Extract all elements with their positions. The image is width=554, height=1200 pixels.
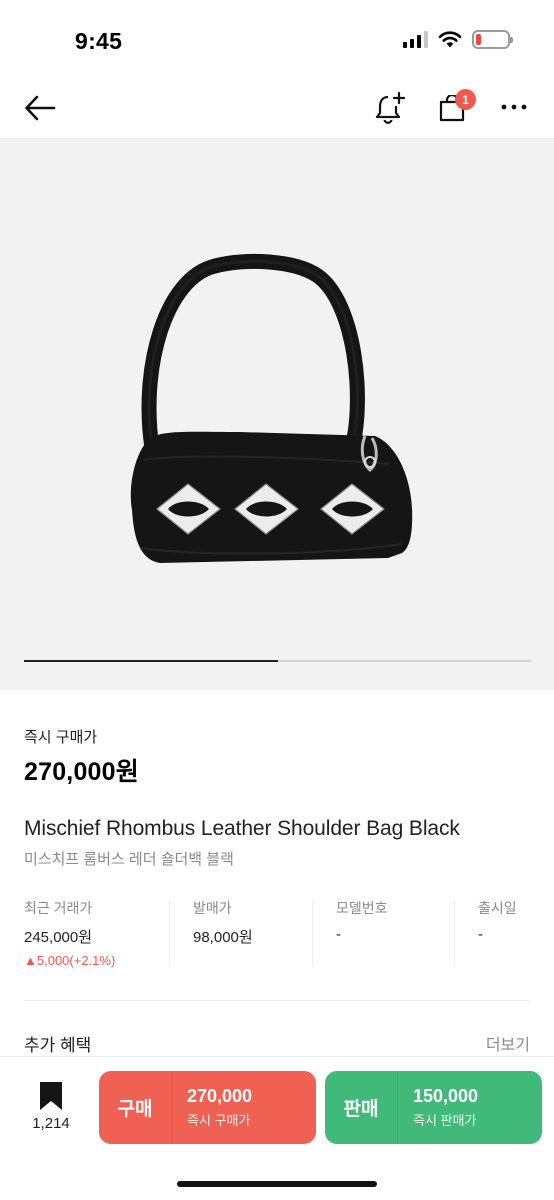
- home-indicator: [177, 1181, 377, 1187]
- status-time: 9:45: [75, 28, 123, 54]
- model-number-value: -: [336, 926, 341, 943]
- sell-label: 판매: [343, 1099, 379, 1120]
- price-alert-button[interactable]: [372, 88, 408, 128]
- sell-price: 150,000: [413, 1086, 479, 1106]
- instant-buy-price-label: 즉시 구매가: [24, 729, 98, 746]
- product-name-korean: 미스치프 롬버스 레더 숄더백 블랙: [24, 851, 234, 868]
- buy-button[interactable]: 구매 270,000 즉시 구매가: [99, 1071, 316, 1144]
- divider: [312, 900, 313, 966]
- sell-button[interactable]: 판매 150,000 즉시 판매가: [325, 1071, 542, 1144]
- additional-benefits-title: 추가 혜택: [24, 1036, 92, 1055]
- more-icon: [501, 104, 527, 110]
- bookmark-count: 1,214: [32, 1115, 70, 1132]
- back-button[interactable]: [22, 90, 58, 126]
- release-price: 발매가 98,000원: [193, 898, 313, 968]
- gallery-progress: [24, 660, 531, 662]
- buy-price: 270,000: [187, 1086, 253, 1106]
- status-icons: [403, 30, 513, 49]
- bookmark-button[interactable]: 1,214: [24, 1081, 78, 1137]
- recent-trade-value: 245,000원: [24, 929, 93, 946]
- section-divider: [24, 1000, 530, 1001]
- buy-label: 구매: [117, 1099, 153, 1120]
- release-date: 출시일 -: [478, 898, 538, 968]
- battery-icon: [472, 30, 513, 49]
- bell-plus-icon: [375, 91, 406, 124]
- gallery-progress-fill: [24, 660, 278, 662]
- cart-button[interactable]: 1: [434, 86, 476, 128]
- buy-sublabel: 즉시 구매가: [187, 1113, 251, 1128]
- bottom-action-bar: 1,214 구매 270,000 즉시 구매가 판매 150,000 즉시 판매…: [0, 1056, 554, 1200]
- buy-info: 270,000 즉시 구매가: [172, 1086, 252, 1129]
- model-number-label: 모델번호: [336, 900, 388, 916]
- bookmark-icon: [40, 1082, 62, 1110]
- release-date-value: -: [478, 926, 483, 943]
- product-image-gallery[interactable]: [0, 138, 554, 690]
- product-image: [130, 253, 413, 563]
- benefits-more-link[interactable]: 더보기: [486, 1031, 530, 1055]
- signal-icon: [403, 31, 428, 48]
- more-button[interactable]: [497, 92, 531, 122]
- product-name-english: Mischief Rhombus Leather Shoulder Bag Bl…: [24, 817, 460, 840]
- model-number: 모델번호 -: [336, 898, 446, 968]
- divider: [454, 900, 455, 966]
- status-bar: 9:45: [0, 0, 554, 80]
- divider: [169, 900, 170, 966]
- product-details: 최근 거래가 245,000원 ▲5,000(+2.1%) 발매가 98,000…: [24, 898, 530, 968]
- release-price-value: 98,000원: [193, 929, 253, 946]
- top-navigation: 1: [0, 80, 554, 136]
- recent-trade-price[interactable]: 최근 거래가 245,000원 ▲5,000(+2.1%): [24, 898, 164, 968]
- recent-trade-change: ▲5,000(+2.1%): [24, 953, 116, 968]
- sell-info: 150,000 즉시 판매가: [398, 1086, 478, 1129]
- back-arrow-icon: [25, 95, 56, 121]
- wifi-icon: [438, 31, 462, 48]
- sell-sublabel: 즉시 판매가: [413, 1113, 477, 1128]
- release-price-label: 발매가: [193, 900, 232, 916]
- release-date-label: 출시일: [478, 900, 517, 916]
- instant-buy-price: 270,000원: [24, 758, 139, 786]
- recent-trade-label: 최근 거래가: [24, 900, 93, 916]
- battery-level: [476, 34, 481, 45]
- cart-badge: 1: [455, 89, 476, 110]
